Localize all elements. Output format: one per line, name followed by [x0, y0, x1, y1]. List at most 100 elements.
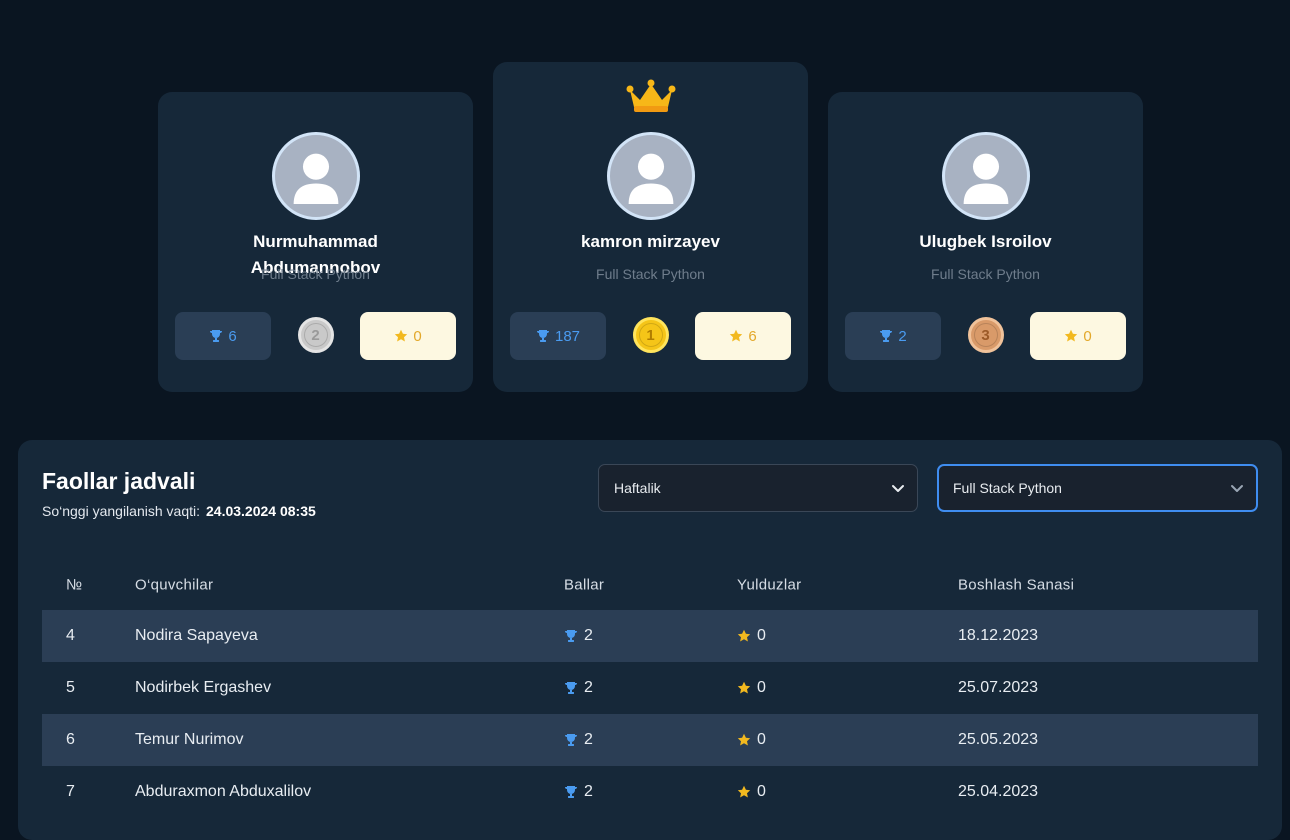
student-name: kamron mirzayev — [581, 232, 720, 251]
row-points: 2 — [564, 679, 593, 697]
podium-card-second[interactable]: Nurmuhammad Abdumannobov Full Stack Pyth… — [158, 92, 473, 392]
rank-value: 2 — [311, 326, 320, 344]
row-start-date: 25.07.2023 — [958, 679, 1039, 696]
last-updated-value: 24.03.2024 08:35 — [206, 503, 316, 519]
row-start-date: 25.04.2023 — [958, 783, 1039, 800]
star-icon — [1065, 329, 1078, 342]
trophy-count: 2 — [845, 312, 941, 360]
table-row[interactable]: 5 Nodirbek Ergashev 2 0 25.07.2023 — [42, 662, 1258, 714]
rank-medal-bronze: 3 — [967, 317, 1004, 353]
trophy-count: 187 — [510, 312, 606, 360]
points-value: 2 — [584, 783, 593, 800]
podium: Nurmuhammad Abdumannobov Full Stack Pyth… — [0, 0, 1290, 420]
trophy-icon — [536, 330, 549, 342]
course-select[interactable]: Full Stack Python — [937, 464, 1258, 512]
row-number: 7 — [66, 783, 75, 800]
podium-card-first[interactable]: kamron mirzayev Full Stack Python 187 1 … — [493, 62, 808, 392]
rank-medal-gold: 1 — [632, 317, 669, 353]
row-start-date: 18.12.2023 — [958, 627, 1039, 644]
row-number: 6 — [66, 731, 75, 748]
trophy-icon — [565, 682, 577, 694]
rank-value: 3 — [981, 326, 990, 344]
leaderboard-panel: Faollar jadvali So‘nggi yangilanish vaqt… — [18, 440, 1282, 840]
leaderboard-title: Faollar jadvali — [42, 468, 196, 494]
table-row[interactable]: 4 Nodira Sapayeva 2 0 18.12.2023 — [42, 610, 1258, 662]
trophy-value: 2 — [898, 327, 907, 345]
chevron-down-icon — [892, 485, 904, 492]
trophy-value: 6 — [228, 327, 237, 345]
stars-value: 0 — [757, 627, 766, 644]
star-value: 0 — [1083, 327, 1092, 345]
star-icon — [737, 629, 751, 642]
period-select[interactable]: Haftalik — [598, 464, 918, 512]
row-start-date: 25.05.2023 — [958, 731, 1039, 748]
student-course: Full Stack Python — [261, 266, 370, 282]
star-count: 0 — [1030, 312, 1126, 360]
star-icon — [395, 329, 408, 342]
row-points: 2 — [564, 783, 593, 801]
table-row[interactable]: 6 Temur Nurimov 2 0 25.05.2023 — [42, 714, 1258, 766]
points-value: 2 — [584, 731, 593, 748]
row-student-name: Nodirbek Ergashev — [135, 679, 272, 696]
last-updated-label: So‘nggi yangilanish vaqti: — [42, 503, 200, 519]
podium-card-third[interactable]: Ulugbek Isroilov Full Stack Python 2 3 0 — [828, 92, 1143, 392]
stars-value: 0 — [757, 731, 766, 748]
star-count: 0 — [360, 312, 456, 360]
rank-value: 1 — [646, 326, 655, 344]
leaderboard-table: № O‘quvchilar Ballar Yulduzlar Boshlash … — [42, 560, 1258, 818]
trophy-count: 6 — [175, 312, 271, 360]
trophy-icon — [565, 630, 577, 642]
trophy-icon — [565, 786, 577, 798]
row-stars: 0 — [737, 783, 766, 801]
stats-row: 6 2 0 — [175, 312, 456, 360]
row-stars: 0 — [737, 731, 766, 749]
star-value: 0 — [413, 327, 422, 345]
points-value: 2 — [584, 679, 593, 696]
trophy-value: 187 — [554, 327, 581, 345]
star-value: 6 — [748, 327, 757, 345]
course-select-value: Full Stack Python — [953, 480, 1062, 496]
last-updated: So‘nggi yangilanish vaqti: 24.03.2024 08:… — [42, 503, 316, 519]
trophy-icon — [565, 734, 577, 746]
stars-value: 0 — [757, 783, 766, 800]
star-icon — [737, 681, 751, 694]
stats-row: 187 1 6 — [510, 312, 791, 360]
points-value: 2 — [584, 627, 593, 644]
chevron-down-icon — [1231, 485, 1243, 492]
user-avatar-icon — [963, 153, 1008, 204]
table-row[interactable]: 7 Abduraxmon Abduxalilov 2 0 25.04.2023 — [42, 766, 1258, 818]
rank-medal-silver: 2 — [297, 317, 334, 353]
row-student-name: Temur Nurimov — [135, 731, 244, 748]
row-stars: 0 — [737, 627, 766, 645]
star-icon — [737, 733, 751, 746]
star-icon — [730, 329, 743, 342]
stars-value: 0 — [757, 679, 766, 696]
user-avatar-icon — [628, 153, 673, 204]
column-header-stars[interactable]: Yulduzlar — [737, 577, 801, 594]
star-icon — [737, 785, 751, 798]
trophy-icon — [880, 330, 893, 342]
student-course: Full Stack Python — [596, 266, 705, 282]
stats-row: 2 3 0 — [845, 312, 1126, 360]
star-count: 6 — [695, 312, 791, 360]
row-number: 5 — [66, 679, 75, 696]
column-header-points[interactable]: Ballar — [564, 577, 604, 594]
row-points: 2 — [564, 627, 593, 645]
student-course: Full Stack Python — [931, 266, 1040, 282]
avatar — [606, 132, 695, 220]
table-header: № O‘quvchilar Ballar Yulduzlar Boshlash … — [42, 560, 1258, 610]
row-stars: 0 — [737, 679, 766, 697]
crown-icon — [626, 79, 675, 112]
period-select-value: Haftalik — [614, 480, 661, 496]
student-name: Ulugbek Isroilov — [919, 232, 1052, 251]
row-points: 2 — [564, 731, 593, 749]
column-header-students[interactable]: O‘quvchilar — [135, 577, 213, 594]
column-header-number: № — [66, 576, 83, 594]
column-header-start-date[interactable]: Boshlash Sanasi — [958, 577, 1074, 594]
avatar — [271, 132, 360, 220]
row-student-name: Abduraxmon Abduxalilov — [135, 783, 312, 800]
trophy-icon — [210, 330, 223, 342]
row-student-name: Nodira Sapayeva — [135, 627, 258, 644]
row-number: 4 — [66, 627, 75, 644]
avatar — [941, 132, 1030, 220]
